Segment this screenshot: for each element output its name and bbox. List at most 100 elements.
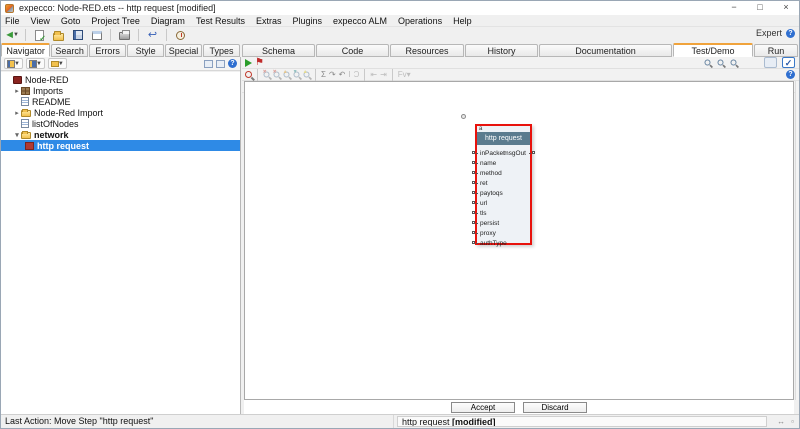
folder-action-dropdown[interactable]: ▼ — [48, 58, 67, 69]
port-label-input[interactable]: paytoqs — [480, 190, 503, 197]
search-icon[interactable] — [245, 71, 252, 78]
filter-dropdown[interactable]: Fv▾ — [398, 70, 411, 80]
expander-collapsed-icon[interactable]: ▸ — [13, 109, 21, 117]
menu-plugins[interactable]: Plugins — [292, 16, 322, 26]
interrupt-icon[interactable]: Ι — [348, 70, 350, 80]
tab-errors[interactable]: Errors — [89, 44, 126, 57]
port-label-input[interactable]: inPacket — [480, 150, 505, 157]
expander-collapsed-icon[interactable]: ▸ — [13, 87, 21, 95]
undo-button[interactable]: ↩ — [145, 29, 160, 42]
input-pin-icon[interactable] — [472, 171, 475, 174]
menu-diagram[interactable]: Diagram — [151, 16, 185, 26]
tab-search[interactable]: Search — [51, 44, 88, 57]
tree-row-imports[interactable]: ▸ Imports — [1, 85, 240, 96]
port-label-input[interactable]: ret — [480, 180, 488, 187]
input-pin-icon[interactable] — [472, 151, 475, 154]
menu-file[interactable]: File — [5, 16, 20, 26]
zoom-out-icon[interactable] — [718, 60, 724, 66]
menu-expecco-alm[interactable]: expecco ALM — [333, 16, 387, 26]
jump-end-icon[interactable]: ⇥ — [380, 70, 387, 80]
discard-button[interactable]: Discard — [523, 402, 587, 413]
tree-view-dropdown[interactable]: ▼ — [4, 58, 23, 69]
save-button[interactable] — [70, 29, 85, 42]
step-into-icon[interactable]: ↶ — [339, 70, 346, 80]
tab-code[interactable]: Code — [316, 44, 389, 57]
debug-icon[interactable]: Ɔ — [354, 70, 360, 80]
port-label-input[interactable]: url — [480, 200, 487, 207]
node-title[interactable]: http request — [477, 132, 530, 145]
expert-mode-label[interactable]: Expert — [756, 28, 782, 38]
tree-row-readme[interactable]: README — [1, 96, 240, 107]
tab-style[interactable]: Style — [127, 44, 164, 57]
tab-types[interactable]: Types — [203, 44, 240, 57]
menu-help[interactable]: Help — [453, 16, 472, 26]
step-over-icon[interactable]: ↷ — [329, 70, 336, 80]
port-label-input[interactable]: tls — [480, 210, 487, 217]
input-pin-icon[interactable] — [472, 201, 475, 204]
menu-operations[interactable]: Operations — [398, 16, 442, 26]
help-icon[interactable]: ? — [786, 70, 795, 79]
tab-history[interactable]: History — [465, 44, 538, 57]
tab-resources[interactable]: Resources — [390, 44, 464, 57]
find-next-icon[interactable]: ✕ — [264, 72, 270, 78]
resize-icon[interactable]: ↔ — [777, 417, 785, 426]
input-pin-icon[interactable] — [472, 241, 475, 244]
corner-grip-icon[interactable]: ▫ — [791, 417, 794, 426]
port-label-input[interactable]: name — [480, 160, 496, 167]
tree-row-node-red[interactable]: Node-RED — [1, 74, 240, 85]
detach-panel-icon[interactable] — [204, 60, 213, 68]
help-icon[interactable]: ? — [228, 59, 237, 68]
tab-special[interactable]: Special — [165, 44, 202, 57]
jump-start-icon[interactable]: ⇤ — [370, 70, 377, 80]
tab-navigator[interactable]: Navigator — [1, 43, 50, 57]
back-button[interactable]: ◄▼ — [4, 29, 19, 42]
input-pin-icon[interactable] — [472, 181, 475, 184]
port-label-output[interactable]: msgOut — [503, 150, 526, 157]
menu-project-tree[interactable]: Project Tree — [91, 16, 140, 26]
find-prev-icon[interactable]: ✕ — [274, 72, 280, 78]
close-button[interactable]: × — [773, 1, 799, 15]
menu-extras[interactable]: Extras — [256, 16, 282, 26]
tree-row-http-request[interactable]: http request — [1, 140, 240, 151]
tree-row-network[interactable]: ▾ network — [1, 129, 240, 140]
menu-view[interactable]: View — [31, 16, 50, 26]
port-label-input[interactable]: persist — [480, 220, 499, 227]
history-button[interactable] — [173, 29, 188, 42]
save-layout-icon[interactable] — [216, 60, 225, 68]
tab-run[interactable]: Run — [754, 44, 798, 57]
flag-icon[interactable]: ⚑ — [255, 58, 264, 67]
menu-goto[interactable]: Goto — [61, 16, 81, 26]
input-pin-icon[interactable] — [472, 221, 475, 224]
tree-row-listofnodes[interactable]: listOfNodes — [1, 118, 240, 129]
toggle-check-button[interactable]: ✓ — [782, 57, 795, 68]
connector-dot[interactable] — [461, 114, 466, 119]
accept-button[interactable]: Accept — [451, 402, 515, 413]
output-pin-icon[interactable] — [532, 151, 535, 154]
find-down-icon[interactable]: ▼ — [294, 72, 300, 78]
minimize-button[interactable]: − — [721, 1, 747, 15]
port-label-input[interactable]: method — [480, 170, 502, 177]
find-mark-icon[interactable]: ▲ — [304, 72, 310, 78]
input-pin-icon[interactable] — [472, 211, 475, 214]
sum-icon[interactable]: Σ — [321, 70, 326, 80]
maximize-button[interactable]: □ — [747, 1, 773, 15]
new-item-button[interactable] — [32, 29, 47, 42]
help-icon[interactable]: ? — [786, 29, 795, 38]
http-request-node[interactable]: a http request inPacket msgOut name meth… — [475, 124, 532, 245]
tab-schema[interactable]: Schema — [242, 44, 315, 57]
input-pin-icon[interactable] — [472, 231, 475, 234]
open-button[interactable] — [51, 29, 66, 42]
item-view-dropdown[interactable]: ▼ — [26, 58, 45, 69]
port-label-input[interactable]: authType — [480, 240, 507, 247]
play-icon[interactable] — [245, 59, 252, 67]
toggle-grid-button[interactable] — [764, 57, 777, 68]
print-button[interactable] — [117, 29, 132, 42]
tab-documentation[interactable]: Documentation — [539, 44, 672, 57]
zoom-fit-icon[interactable] — [731, 60, 737, 66]
port-label-input[interactable]: proxy — [480, 230, 496, 237]
menu-test-results[interactable]: Test Results — [196, 16, 245, 26]
tree-row-node-red-import[interactable]: ▸ Node-Red Import — [1, 107, 240, 118]
tab-test-demo[interactable]: Test/Demo — [673, 43, 753, 57]
diagram-canvas[interactable]: a http request inPacket msgOut name meth… — [244, 81, 794, 400]
expander-expanded-icon[interactable]: ▾ — [13, 131, 21, 139]
